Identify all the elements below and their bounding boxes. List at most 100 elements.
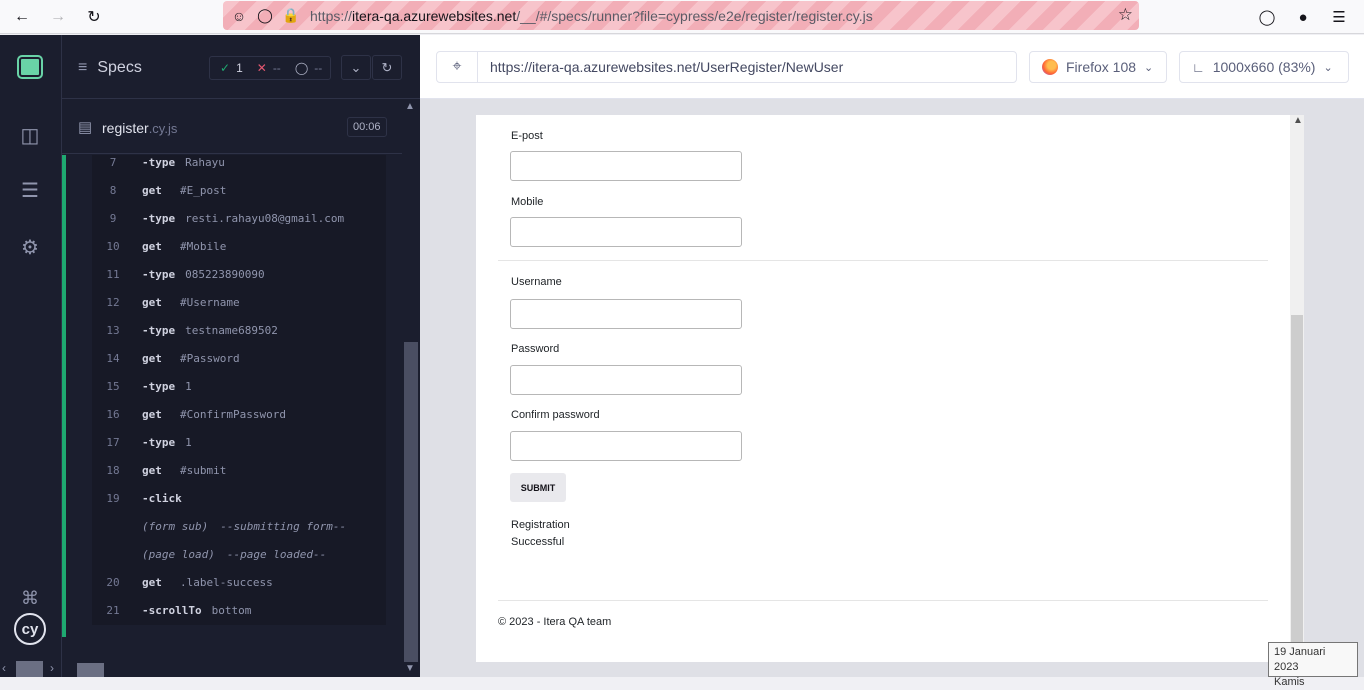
browser-toolbar: ← → ↻ ☺ ◯ 🔒 https://itera-qa.azurewebsit… [0,0,1364,34]
reporter-hscroll-thumb[interactable] [77,663,104,677]
scroll-up-icon[interactable]: ▲ [405,101,415,112]
command-message: #Mobile [180,239,227,253]
command-name: get [142,407,162,421]
command-message: resti.rahayu08@gmail.com [185,211,345,225]
pocket-icon[interactable]: ◯ [1256,6,1278,28]
failed-stat: ✕ -- [256,61,281,75]
specs-label: Specs [97,59,142,76]
command-message: #E_post [180,183,227,197]
command-row[interactable]: 12 get #Username [92,288,386,316]
command-number: 12 [106,295,120,309]
command-message: #ConfirmPassword [180,407,286,421]
command-row[interactable]: 9 -type resti.rahayu08@gmail.com [92,204,386,232]
expand-chevron-button[interactable]: ⌄ [341,55,371,80]
command-number: 13 [106,323,120,337]
command-row[interactable]: 14 get #Password [92,344,386,372]
chevron-down-icon: ⌄ [1144,61,1154,74]
code-icon[interactable]: ◫ [17,122,43,148]
viewport-select[interactable]: ∟ 1000x660 (83%) ⌄ [1179,51,1349,83]
registration-success-label: Registration Successful [511,517,591,551]
scroll-left-arrow-icon[interactable]: ‹ [2,661,6,675]
spec-file-name: register.cy.js [102,120,178,136]
scroll-up-icon[interactable]: ▲ [1293,115,1303,126]
command-row[interactable]: 15 -type 1 [92,372,386,400]
username-input[interactable] [510,299,742,329]
command-message: 1 [185,435,192,449]
command-row[interactable]: 13 -type testname689502 [92,316,386,344]
command-number: 15 [106,379,120,393]
runs-list-icon[interactable]: ☰ [17,177,43,203]
back-arrow-icon[interactable]: ← [10,5,34,29]
command-row[interactable]: 18 get #submit [92,456,386,484]
cypress-extension-icon[interactable]: ● [1292,6,1314,28]
command-row[interactable]: 11 -type 085223890090 [92,260,386,288]
footer-text: © 2023 - Itera QA team [498,616,612,628]
command-row[interactable]: 8 get #E_post [92,176,386,204]
command-log: 7 -type Rahayu 8 get #E_post 9 -type resti.rahay… [62,155,402,637]
password-label: Password [511,343,560,355]
command-row[interactable]: 10 get #Mobile [92,232,386,260]
reporter-scroll-thumb[interactable] [404,342,418,662]
command-row[interactable]: 17 -type 1 [92,428,386,456]
command-name: -type [142,379,176,393]
firefox-icon [1042,59,1058,75]
rerun-button[interactable]: ↻ [372,55,402,80]
command-event-row[interactable]: (page load) --page loaded-- [92,540,386,568]
bottom-scroll-thumb[interactable] [16,661,43,677]
tooltip-day: Kamis [1274,676,1305,688]
command-name: get [142,351,162,365]
browser-url-text: https://itera-qa.azurewebsites.net/__/#/… [310,7,873,24]
command-message: #Password [180,351,240,365]
command-row[interactable]: 19 -click [92,484,386,512]
forward-arrow-icon[interactable]: → [46,5,70,29]
settings-gear-icon[interactable]: ⚙ [17,234,43,260]
command-message: #submit [180,463,227,477]
username-label: Username [511,276,562,288]
menu-icon[interactable]: ☰ [1328,6,1350,28]
lock-icon[interactable]: 🔒 [278,7,304,24]
project-logo-icon[interactable] [19,57,41,77]
command-event-label: (form sub) [142,519,209,533]
reporter-horizontal-scrollbar[interactable] [62,663,402,677]
command-message: --submitting form-- [220,519,347,533]
command-message: 085223890090 [185,267,265,281]
command-row[interactable]: 21 -scrollTo bottom [92,596,386,624]
reporter-scrollbar[interactable]: ▲ ▼ [402,99,420,677]
aut-url-field[interactable]: https://itera-qa.azurewebsites.net/UserR… [477,51,1017,83]
shield-icon[interactable]: ◯ [252,7,278,24]
reporter-header: ≡ Specs ✓ 1 ✕ -- ◯ -- ⌄ ↻ [62,35,420,99]
register-form: E-post Mobile Username Password Confirm … [476,115,1290,662]
scroll-down-icon[interactable]: ▼ [405,663,415,674]
command-row[interactable]: 7 -type Rahayu [92,155,386,176]
command-event-row[interactable]: (form sub) --submitting form-- [92,512,386,540]
command-number: 10 [106,239,120,253]
specs-toggle[interactable]: ≡ Specs [78,59,142,77]
browser-select[interactable]: Firefox 108 ⌄ [1029,51,1167,83]
confirm-password-input[interactable] [510,431,742,461]
test-pass-bar [62,155,66,637]
cypress-logo-icon: cy [14,613,46,645]
command-row[interactable]: 16 get #ConfirmPassword [92,400,386,428]
viewport-scrollbar[interactable]: ▲ [1290,115,1304,662]
command-message: 1 [185,379,192,393]
keyboard-shortcut-icon[interactable]: ⌘ [17,585,43,611]
command-number: 18 [106,463,120,477]
bookmark-star-icon[interactable]: ☆ [1118,5,1133,25]
mobile-input[interactable] [510,217,742,247]
command-number: 21 [106,603,120,617]
app-under-test: ⌖ https://itera-qa.azurewebsites.net/Use… [420,35,1364,677]
command-message: #Username [180,295,240,309]
epost-input[interactable] [510,151,742,181]
scroll-right-arrow-icon[interactable]: › [50,661,54,675]
command-row[interactable]: 20 get .label-success [92,568,386,596]
command-name: -type [142,267,176,281]
selector-playground-crosshair-icon[interactable]: ⌖ [436,51,478,83]
reload-icon[interactable]: ↻ [82,5,106,29]
password-input[interactable] [510,365,742,395]
spec-file-row: ▤ register.cy.js 00:06 [62,100,402,154]
viewport-scroll-thumb[interactable] [1291,315,1303,662]
command-name: get [142,239,162,253]
submit-button[interactable]: SUBMIT [510,473,566,502]
command-message: testname689502 [185,323,278,337]
browser-url-bar[interactable]: ☺ ◯ 🔒 https://itera-qa.azurewebsites.net… [223,1,1139,30]
